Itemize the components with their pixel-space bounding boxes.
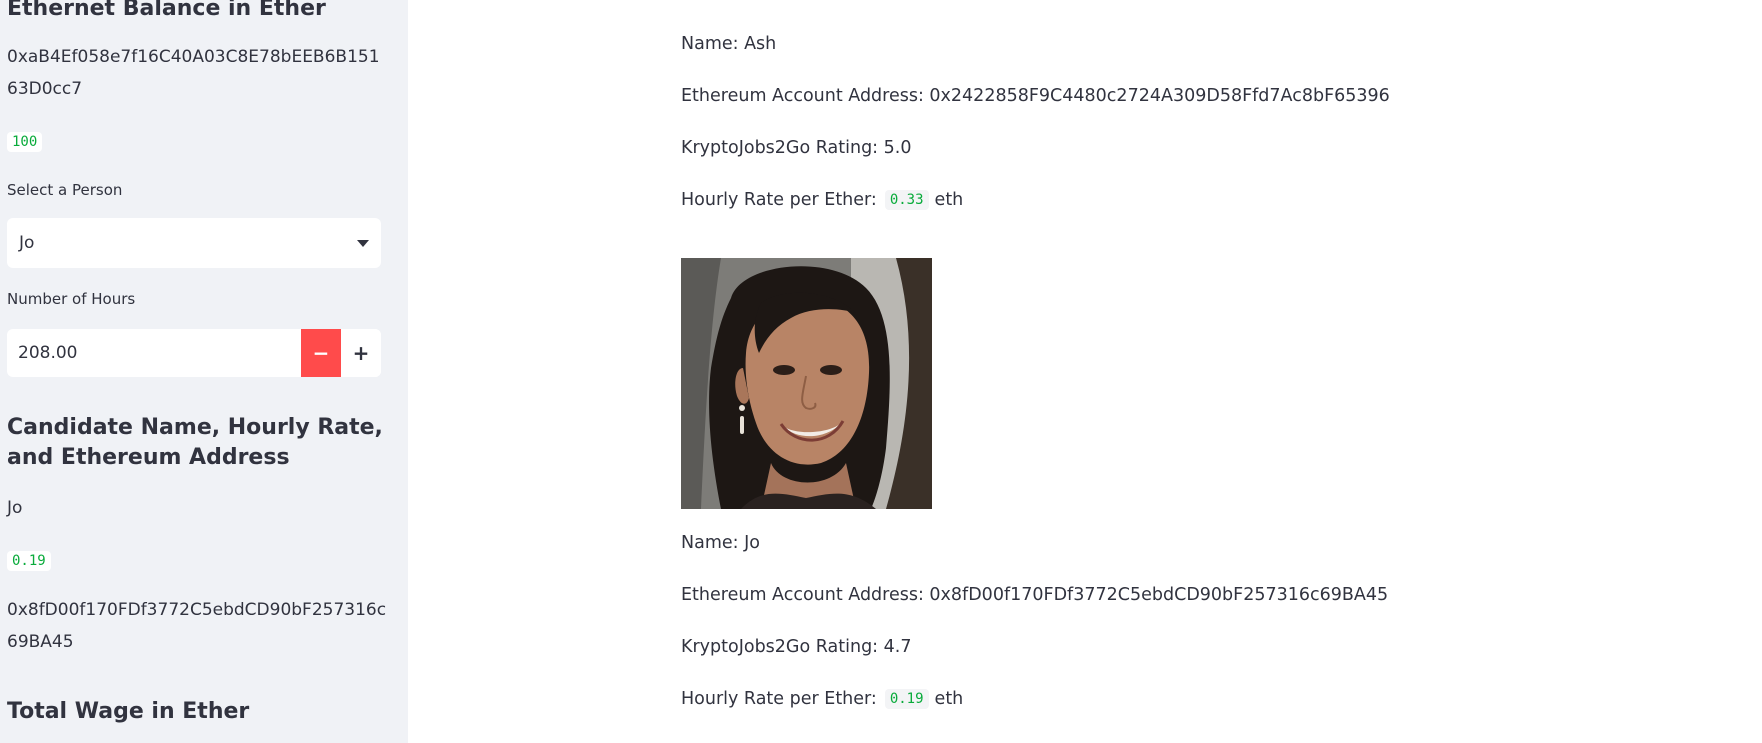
balance-heading: Ethernet Balance in Ether — [7, 0, 326, 21]
prev-candidate-rating: KryptoJobs2Go Rating: 5.0 — [681, 138, 912, 158]
sidebar: Ethernet Balance in Ether 0xaB4Ef058e7f1… — [0, 0, 408, 743]
decrement-button[interactable]: − — [301, 329, 341, 377]
prev-candidate-rate-value: 0.33 — [884, 190, 929, 210]
prev-candidate-address: Ethereum Account Address: 0x2422858F9C44… — [681, 86, 1390, 106]
candidate-photo — [681, 258, 932, 509]
prev-candidate-name: Name: Ash — [681, 34, 777, 54]
candidate-address-line: Ethereum Account Address: 0x8fD00f170FDf… — [681, 585, 1389, 605]
candidate-name-line: Name: Jo — [681, 533, 760, 553]
candidate-rate: 0.19 — [7, 551, 51, 571]
candidate-rate-prefix: Hourly Rate per Ether: — [681, 689, 877, 709]
increment-button[interactable]: + — [341, 329, 381, 377]
candidate-rate-value: 0.19 — [884, 689, 929, 709]
candidate-rate-unit: eth — [934, 689, 964, 709]
candidate-heading: Candidate Name, Hourly Rate, and Ethereu… — [7, 415, 383, 470]
total-wage-heading: Total Wage in Ether — [7, 699, 250, 724]
candidate-rating-line: KryptoJobs2Go Rating: 4.7 — [681, 637, 912, 657]
prev-candidate-rate-row: Hourly Rate per Ether: 0.33 eth — [681, 190, 963, 210]
candidate-photo-image — [681, 258, 932, 509]
hours-stepper: 208.00 − + — [7, 329, 381, 377]
prev-candidate-rate-unit: eth — [934, 190, 964, 210]
chevron-down-icon — [357, 239, 369, 247]
candidate-rate-row: Hourly Rate per Ether: 0.19 eth — [681, 689, 963, 709]
prev-candidate-rate-prefix: Hourly Rate per Ether: — [681, 190, 877, 210]
select-person-dropdown[interactable]: Jo — [7, 218, 381, 268]
hours-input[interactable]: 208.00 — [7, 343, 301, 363]
select-person-label: Select a Person — [7, 181, 123, 199]
hours-label: Number of Hours — [7, 290, 136, 308]
candidate-name: Jo — [7, 498, 23, 518]
select-person-value: Jo — [19, 233, 35, 253]
account-address: 0xaB4Ef058e7f16C40A03C8E78bEEB6B15163D0c… — [7, 47, 380, 99]
balance-value-container: 100 — [7, 131, 43, 152]
balance-value: 100 — [7, 132, 43, 152]
main-content: Name: Ash Ethereum Account Address: 0x24… — [408, 0, 1762, 743]
candidate-address: 0x8fD00f170FDf3772C5ebdCD90bF257316c69BA… — [7, 600, 387, 652]
candidate-rate-container: 0.19 — [7, 550, 51, 571]
